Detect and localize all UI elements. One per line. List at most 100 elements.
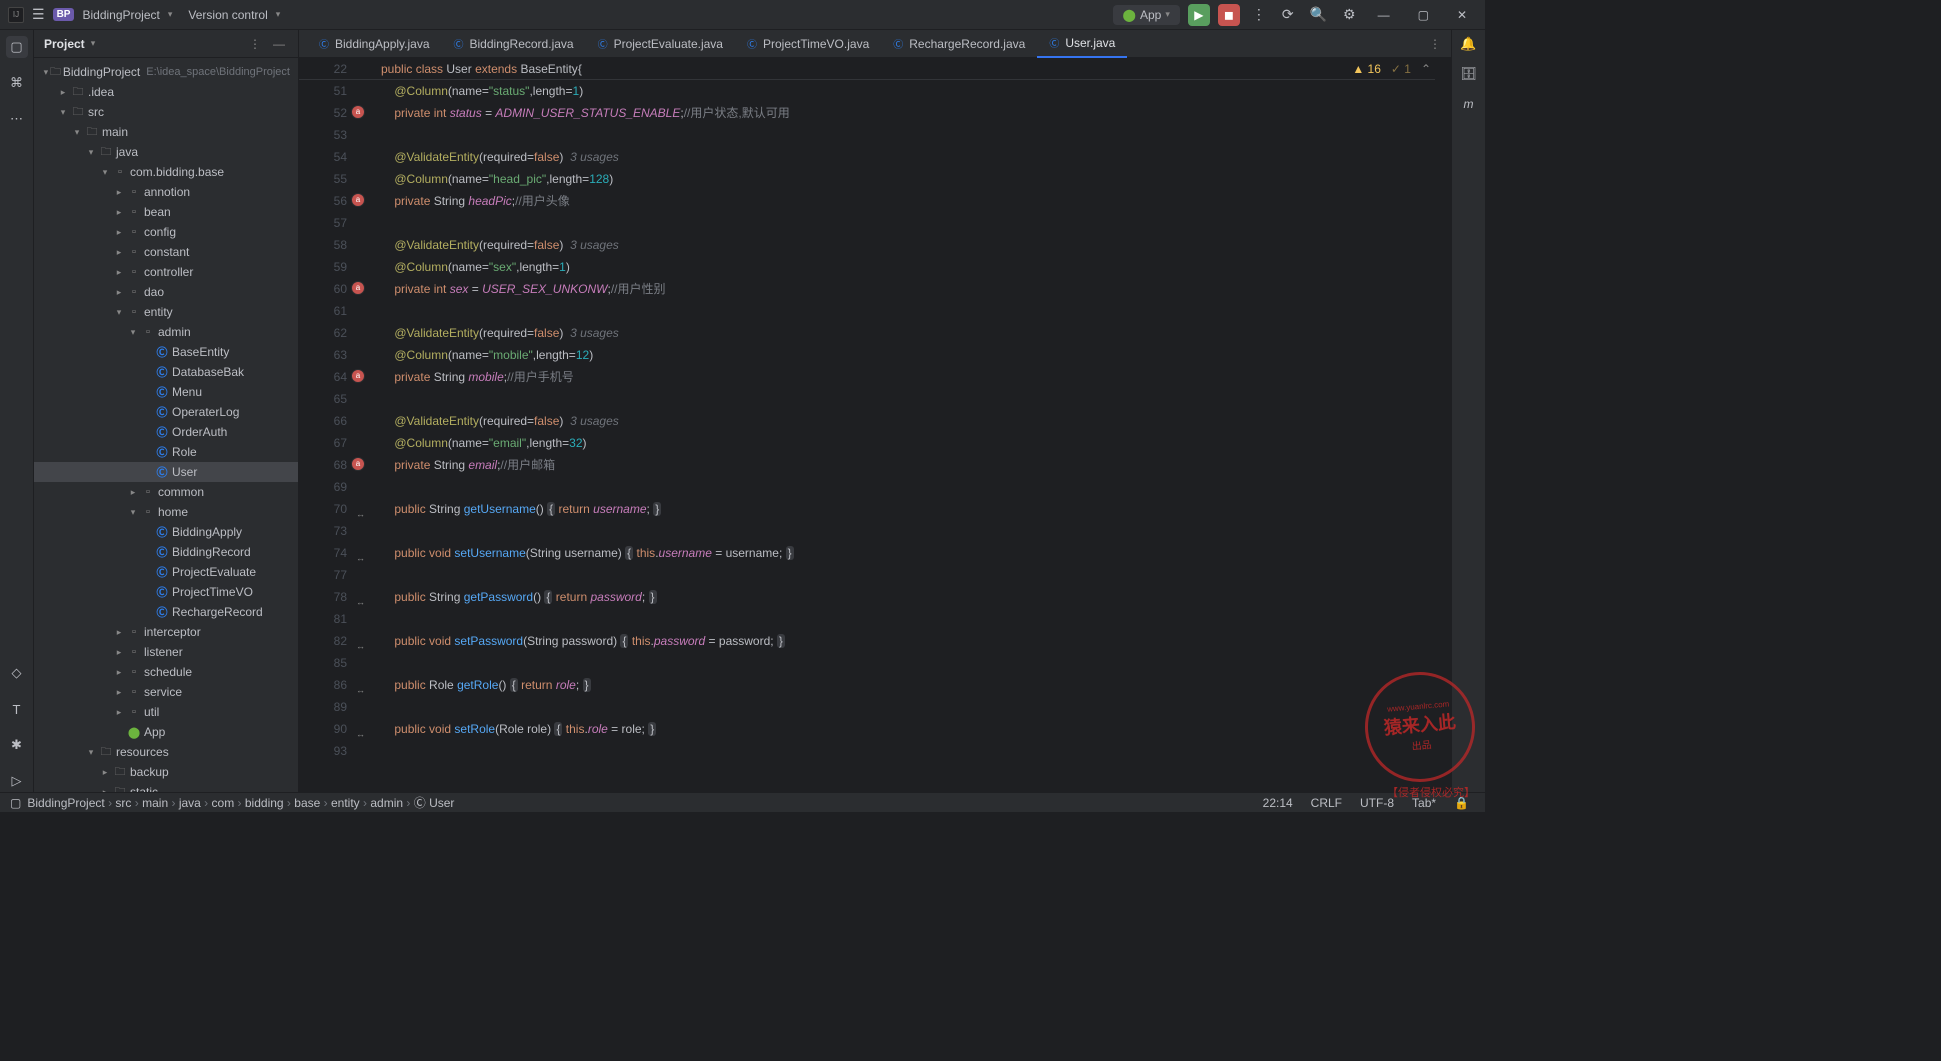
structure-tool-icon[interactable]: ⌘ [6,72,28,94]
weak-warnings-count[interactable]: ✓ 1 [1391,62,1411,76]
tree-item-projecttimevo[interactable]: ⒸProjectTimeVO [34,582,298,602]
code-editor[interactable]: 22 public class User extends BaseEntity{… [299,58,1451,792]
tabs-menu-icon[interactable]: ⋮ [1419,37,1451,51]
tree-item-main[interactable]: ▾🗀main [34,122,298,142]
maven-icon[interactable]: m [1464,96,1474,111]
project-tool-icon[interactable]: ▢ [6,36,28,58]
breadcrumbs[interactable]: BiddingProject › src › main › java › com… [27,794,454,811]
tree-item-annotion[interactable]: ▸▫annotion [34,182,298,202]
tab-biddingapply-java[interactable]: ⒸBiddingApply.java [307,30,442,58]
run-button[interactable]: ▶ [1188,4,1210,26]
tree-item-biddingapply[interactable]: ⒸBiddingApply [34,522,298,542]
line-separator[interactable]: CRLF [1305,796,1348,810]
terminal-icon[interactable]: T [6,698,28,720]
crumb-java[interactable]: java [179,796,201,810]
tree-item-src[interactable]: ▾🗀src [34,102,298,122]
left-tool-strip: ▢ ⌘ ⋯ ◇ T ✱ ▷ [0,30,34,792]
tree-item-role[interactable]: ⒸRole [34,442,298,462]
crumb-bidding[interactable]: bidding [245,796,284,810]
tree-item-databasebak[interactable]: ⒸDatabaseBak [34,362,298,382]
update-icon[interactable]: ⟳ [1278,6,1298,23]
settings-icon[interactable]: ⚙ [1339,6,1360,23]
tab-user-java[interactable]: ⒸUser.java [1037,30,1127,58]
stop-button[interactable]: ◼ [1218,4,1240,26]
crumb-user[interactable]: Ⓒ User [414,796,455,810]
tree-item-admin[interactable]: ▾▫admin [34,322,298,342]
tree-item-interceptor[interactable]: ▸▫interceptor [34,622,298,642]
tree-item-java[interactable]: ▾🗀java [34,142,298,162]
tree-item-service[interactable]: ▸▫service [34,682,298,702]
tree-item-biddingproject[interactable]: ▾🗀BiddingProjectE:\idea_space\BiddingPro… [34,62,298,82]
tree-item-static[interactable]: ▸🗀static [34,782,298,792]
tree-item-resources[interactable]: ▾🗀resources [34,742,298,762]
crumb-src[interactable]: src [115,796,131,810]
crumb-main[interactable]: main [142,796,168,810]
warnings-count[interactable]: ▲ 16 [1352,62,1381,76]
run-config-selector[interactable]: ⬤ App ▾ [1113,5,1180,25]
tree-item-user[interactable]: ⒸUser [34,462,298,482]
spring-icon: ⬤ [1123,8,1136,22]
maximize-button[interactable]: ▢ [1408,8,1439,22]
tree-item-home[interactable]: ▾▫home [34,502,298,522]
minimize-button[interactable]: — [1368,8,1400,22]
sticky-header[interactable]: 22 public class User extends BaseEntity{ [299,58,1435,80]
ide-icon: IJ [8,7,24,23]
tab-biddingrecord-java[interactable]: ⒸBiddingRecord.java [442,30,586,58]
tab-projectevaluate-java[interactable]: ⒸProjectEvaluate.java [586,30,735,58]
chevron-down-icon[interactable]: ▾ [276,9,281,20]
tree-item-app[interactable]: ⬤App [34,722,298,742]
tree-item-controller[interactable]: ▸▫controller [34,262,298,282]
search-icon[interactable]: 🔍 [1306,6,1331,23]
sidebar-header: Project ▾ ⋮ — [34,30,298,58]
tree-item-backup[interactable]: ▸🗀backup [34,762,298,782]
chevron-down-icon[interactable]: ▾ [168,9,173,20]
tree-item-entity[interactable]: ▾▫entity [34,302,298,322]
more-icon[interactable]: ⋮ [1248,6,1270,23]
run-tool-icon[interactable]: ▷ [6,770,28,792]
crumb-biddingproject[interactable]: BiddingProject [27,796,104,810]
tree-item-listener[interactable]: ▸▫listener [34,642,298,662]
crumb-com[interactable]: com [212,796,235,810]
tree-item-util[interactable]: ▸▫util [34,702,298,722]
crumb-base[interactable]: base [294,796,320,810]
main-menu-icon[interactable]: ☰ [32,6,45,23]
more-tool-icon[interactable]: ⋯ [6,108,28,130]
tree-item-common[interactable]: ▸▫common [34,482,298,502]
tree-item-bean[interactable]: ▸▫bean [34,202,298,222]
tree-item-operaterlog[interactable]: ⒸOperaterLog [34,402,298,422]
chevron-down-icon[interactable]: ▾ [91,38,96,49]
database-icon[interactable]: 🗄 [1460,66,1477,82]
breadcrumb-root-icon: ▢ [10,796,21,810]
tab-projecttimevo-java[interactable]: ⒸProjectTimeVO.java [735,30,881,58]
tree-item-orderauth[interactable]: ⒸOrderAuth [34,422,298,442]
tree-item-schedule[interactable]: ▸▫schedule [34,662,298,682]
debug-icon[interactable]: ✱ [6,734,28,756]
tree-item-biddingrecord[interactable]: ⒸBiddingRecord [34,542,298,562]
close-button[interactable]: ✕ [1447,8,1477,22]
project-name[interactable]: BiddingProject [82,8,159,22]
tree-item-baseentity[interactable]: ⒸBaseEntity [34,342,298,362]
notifications-icon[interactable]: 🔔 [1460,36,1476,52]
tree-item-projectevaluate[interactable]: ⒸProjectEvaluate [34,562,298,582]
tree-item--idea[interactable]: ▸🗀.idea [34,82,298,102]
code-content[interactable]: @Column(name="status",length=1) private … [355,80,1451,792]
tree-item-config[interactable]: ▸▫config [34,222,298,242]
tab-rechargerecord-java[interactable]: ⒸRechargeRecord.java [881,30,1037,58]
project-tree[interactable]: ▾🗀BiddingProjectE:\idea_space\BiddingPro… [34,58,298,792]
crumb-entity[interactable]: entity [331,796,360,810]
tree-item-dao[interactable]: ▸▫dao [34,282,298,302]
tree-item-constant[interactable]: ▸▫constant [34,242,298,262]
vcs-menu[interactable]: Version control [188,8,267,22]
chevron-down-icon: ▾ [1165,9,1170,20]
hide-icon[interactable]: — [270,37,288,51]
more-icon[interactable]: ⋮ [246,37,264,51]
tree-item-menu[interactable]: ⒸMenu [34,382,298,402]
gutter[interactable]: 5152a53545556a57585960a61626364a65666768… [299,80,355,792]
inspection-widget[interactable]: ▲ 16 ✓ 1 ⌃ [1352,62,1431,76]
crumb-admin[interactable]: admin [370,796,403,810]
tree-item-rechargerecord[interactable]: ⒸRechargeRecord [34,602,298,622]
cursor-position[interactable]: 22:14 [1257,796,1299,810]
tree-item-com-bidding-base[interactable]: ▾▫com.bidding.base [34,162,298,182]
bookmark-icon[interactable]: ◇ [6,662,28,684]
inspection-chevron-icon[interactable]: ⌃ [1421,62,1431,76]
